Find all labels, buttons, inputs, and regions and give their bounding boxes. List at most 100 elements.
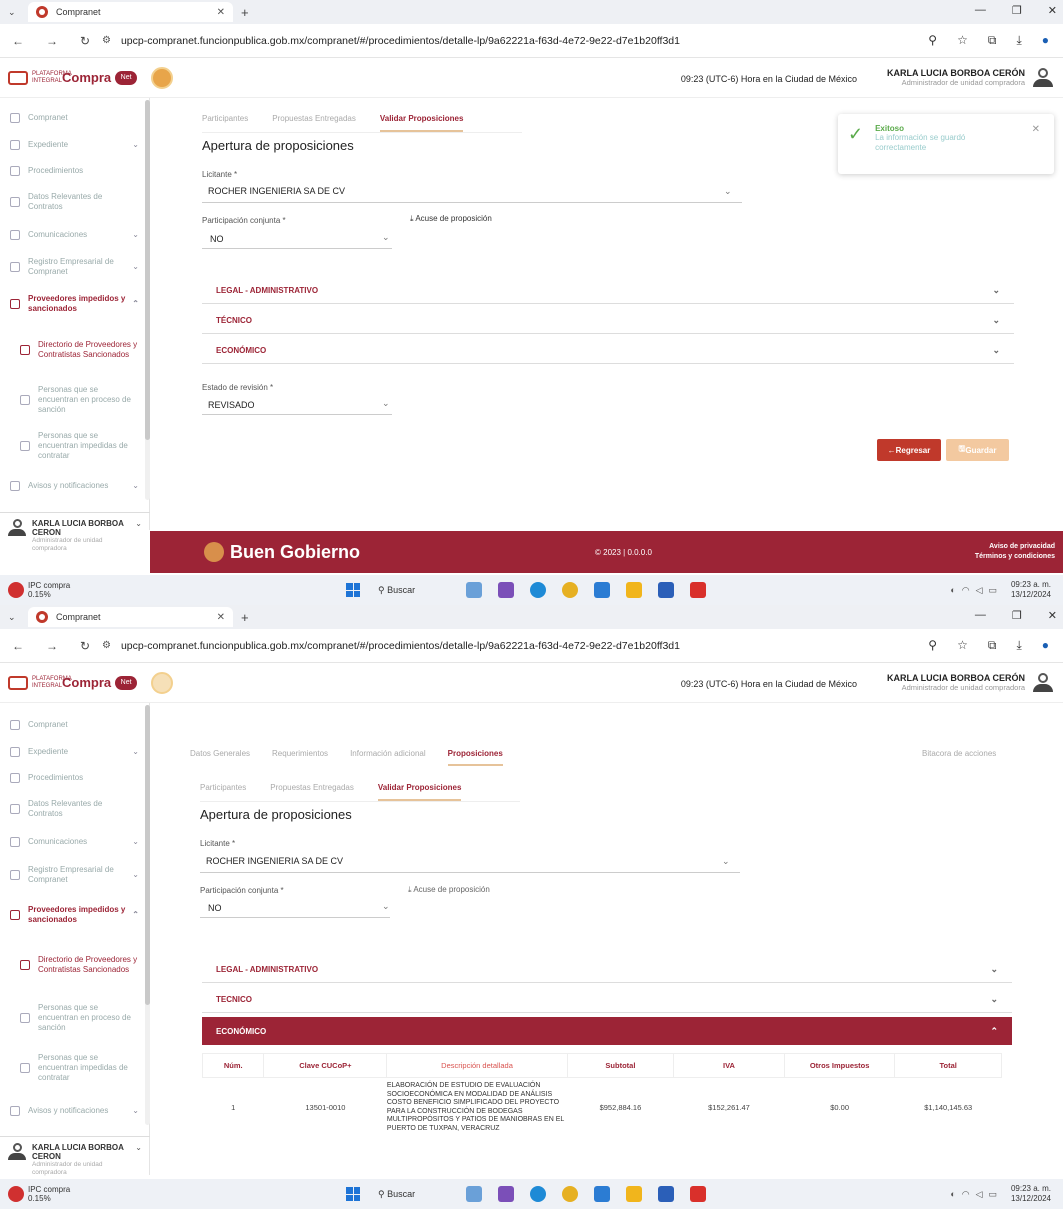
subtab-participantes[interactable]: Participantes [200,783,246,801]
stock-widget[interactable]: IPC compra 0.15% [8,581,70,599]
store-icon[interactable] [594,582,610,598]
privacy-link[interactable]: Aviso de privacidad [975,542,1055,552]
sidebar-item-avisos[interactable]: Avisos y notificaciones ⌄ [0,1093,149,1129]
word-icon[interactable] [658,582,674,598]
estado-select[interactable]: REVISADO [208,400,255,410]
tab-list-icon[interactable]: ⌄ [8,612,24,623]
accordion-economico-open[interactable]: ECONÓMICO ⌃ [202,1017,1012,1045]
taskbar-search[interactable]: ⚲ Buscar [378,1189,415,1200]
sidebar-subitem-en-proceso[interactable]: Personas que se encuentran en proceso de… [0,376,149,424]
sidebar-subitem-en-proceso[interactable]: Personas que se encuentran en proceso de… [0,993,149,1043]
sidebar-scrollbar[interactable] [145,100,150,500]
sidebar-item-avisos[interactable]: Avisos y notificaciones ⌄ [0,468,149,504]
edge-icon[interactable] [530,1186,546,1202]
reload-icon[interactable]: ↻ [80,639,90,653]
tab-datos-generales[interactable]: Datos Generales [190,749,250,766]
sidebar-item-compranet[interactable]: Compranet [0,104,149,132]
zoom-icon[interactable]: ⚲ [928,33,937,48]
sidebar-item-datos-relevantes[interactable]: Datos Relevantes de Contratos [0,184,149,220]
sidebar-scrollbar[interactable] [145,705,150,1125]
scrollbar-thumb[interactable] [145,100,150,440]
chevron-down-icon[interactable]: ⌄ [722,856,730,867]
chrome-icon[interactable] [562,582,578,598]
sidebar-item-expediente[interactable]: Expediente ⌄ [0,739,149,765]
sidebar-item-procedimientos[interactable]: Procedimientos [0,158,149,184]
accordion-tecnico[interactable]: TECNICO ⌄ [202,987,1012,1013]
user-info[interactable]: KARLA LUCIA BORBOA CERÓN Administrador d… [887,673,1025,692]
user-info[interactable]: KARLA LUCIA BORBOA CERÓN Administrador d… [887,68,1025,87]
sidebar-item-proveedores[interactable]: Proveedores impedidos y sancionados ⌃ [0,284,149,324]
tab-proposiciones[interactable]: Proposiciones [447,749,503,766]
back-icon[interactable]: ← [12,34,24,48]
stock-widget[interactable]: IPC compra 0.15% [8,1185,70,1203]
profile-icon[interactable]: ● [1042,638,1049,653]
compranet-logo[interactable]: PLATAFORMA INTEGRAL Compra Net [8,675,138,690]
chevron-down-icon[interactable]: ⌄ [382,232,390,243]
sidebar-subitem-impedidas[interactable]: Personas que se encuentran impedidas de … [0,424,149,468]
subtab-participantes[interactable]: Participantes [202,114,248,132]
participacion-select[interactable]: NO [210,234,224,244]
close-icon[interactable]: ✕ [217,7,225,18]
avatar[interactable] [1033,68,1053,90]
taskbar-clock[interactable]: 09:23 a. m. 13/12/2024 [1011,1184,1051,1204]
acuse-link[interactable]: ⤓ Acuse de proposición [408,885,490,895]
new-tab-icon[interactable]: + [241,5,249,20]
accordion-legal[interactable]: LEGAL - ADMINISTRATIVO ⌄ [202,957,1012,983]
profile-icon[interactable]: ● [1042,33,1049,48]
sidebar-item-registro[interactable]: Registro Empresarial de Compranet ⌄ [0,857,149,893]
folder-icon[interactable] [626,582,642,598]
sidebar-user-card[interactable]: KARLA LUCIA BORBOA CERON Administrador d… [0,512,150,559]
taskbar-clock[interactable]: 09:23 a. m. 13/12/2024 [1011,580,1051,600]
close-icon[interactable]: ✕ [1032,124,1040,135]
maximize-icon[interactable]: ❐ [1012,609,1022,622]
browser-tab[interactable]: Compranet ✕ [28,607,233,627]
folder-icon[interactable] [626,1186,642,1202]
reload-icon[interactable]: ↻ [80,34,90,48]
taskbar-search[interactable]: ⚲ Buscar [378,585,415,596]
zoom-icon[interactable]: ⚲ [928,638,937,653]
subtab-propuestas[interactable]: Propuestas Entregadas [270,783,354,801]
forward-icon[interactable]: → [46,639,58,653]
tab-list-icon[interactable]: ⌄ [8,7,24,18]
forward-icon[interactable]: → [46,34,58,48]
sidebar-item-proveedores[interactable]: Proveedores impedidos y sancionados ⌃ [0,893,149,937]
sidebar-item-datos-relevantes[interactable]: Datos Relevantes de Contratos [0,791,149,827]
subtab-validar[interactable]: Validar Proposiciones [379,114,464,132]
guardar-button[interactable]: 🖫 Guardar [946,439,1009,461]
windows-start-icon[interactable] [346,583,360,597]
avatar[interactable] [1033,673,1053,695]
sidebar-item-comunicaciones[interactable]: Comunicaciones ⌄ [0,220,149,250]
sidebar-item-expediente[interactable]: Expediente ⌄ [0,132,149,158]
download-icon[interactable]: ⤓ [1016,638,1021,653]
edge-icon[interactable] [530,582,546,598]
acuse-link[interactable]: ⤓ Acuse de proposición [410,214,492,224]
compranet-logo[interactable]: PLATAFORMA INTEGRAL Compra Net [8,70,138,85]
browser-tab[interactable]: Compranet ✕ [28,2,233,22]
chevron-down-icon[interactable]: ⌄ [382,398,390,409]
chrome-icon[interactable] [562,1186,578,1202]
accordion-tecnico[interactable]: TÉCNICO ⌄ [202,308,1014,334]
sidebar-item-procedimientos[interactable]: Procedimientos [0,765,149,791]
licitante-select[interactable]: ROCHER INGENIERIA SA DE CV [208,186,345,196]
minimize-icon[interactable]: — [975,609,986,622]
sidebar-item-registro[interactable]: Registro Empresarial de Compranet ⌄ [0,250,149,284]
system-tray[interactable]: ◐◠◁▭ [950,1189,1003,1200]
acrobat-icon[interactable] [690,1186,706,1202]
extensions-icon[interactable]: ⧉ [988,33,997,48]
minimize-icon[interactable]: — [975,4,986,17]
copilot-icon[interactable] [498,582,514,598]
bookmark-star-icon[interactable]: ☆ [957,33,968,48]
landscape-app-icon[interactable] [466,582,482,598]
sidebar-item-comunicaciones[interactable]: Comunicaciones ⌄ [0,827,149,857]
download-icon[interactable]: ⤓ [1016,33,1021,48]
back-icon[interactable]: ← [12,639,24,653]
subtab-propuestas[interactable]: Propuestas Entregadas [272,114,356,132]
sidebar-subitem-directorio[interactable]: Directorio de Proveedores y Contratistas… [0,937,149,993]
sidebar-item-compranet[interactable]: Compranet [0,711,149,739]
window-close-icon[interactable]: ✕ [1048,609,1057,622]
store-icon[interactable] [594,1186,610,1202]
word-icon[interactable] [658,1186,674,1202]
bitacora-link[interactable]: Bitacora de acciones [922,749,996,758]
tab-requerimientos[interactable]: Requerimientos [272,749,328,766]
subtab-validar[interactable]: Validar Proposiciones [377,783,462,801]
